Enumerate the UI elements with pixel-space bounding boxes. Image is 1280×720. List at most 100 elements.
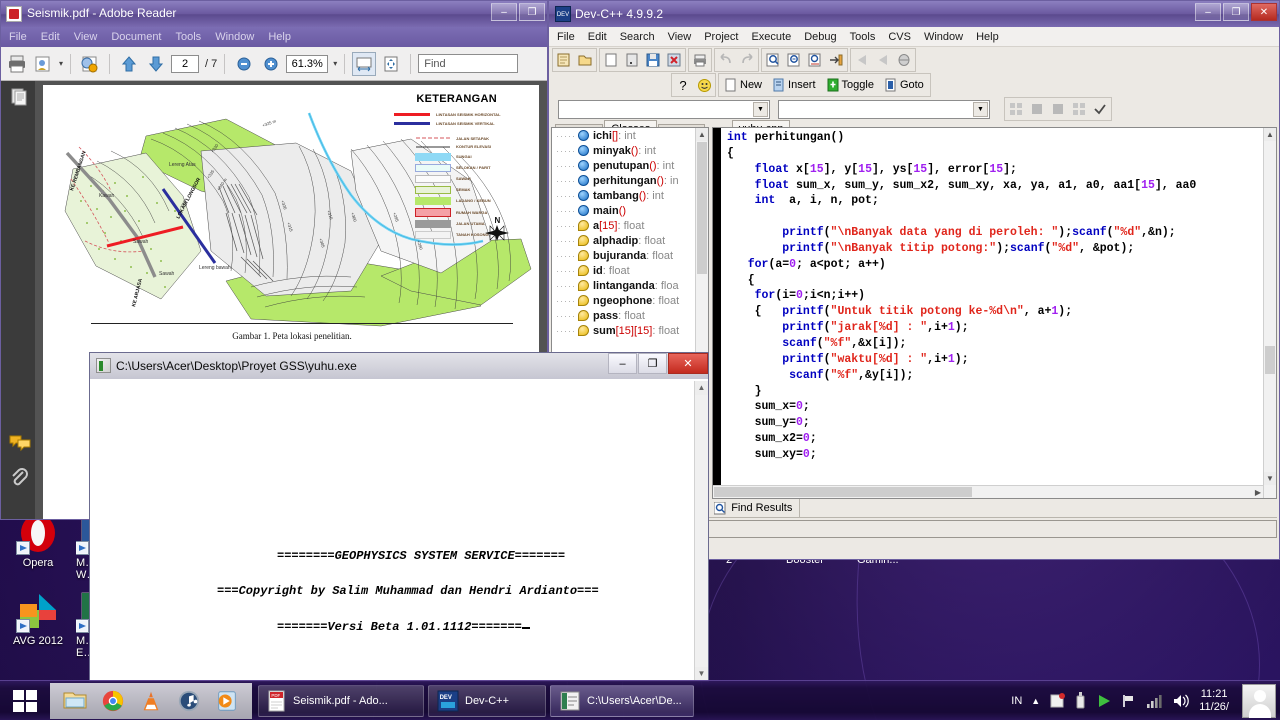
devcpp-close-button[interactable]: ✕ xyxy=(1251,3,1277,21)
compile-toolbar-group[interactable] xyxy=(850,48,916,72)
menu-debug[interactable]: Debug xyxy=(804,31,836,43)
open-project-icon[interactable] xyxy=(575,50,595,70)
scroll-up-icon[interactable]: ▲ xyxy=(1264,128,1276,141)
help-toolbar-group[interactable]: ? xyxy=(671,73,716,97)
devcpp-menu-bar[interactable]: File Edit Search View Project Execute De… xyxy=(549,27,1279,47)
fit-page-icon[interactable] xyxy=(379,52,403,76)
comments-panel-icon[interactable] xyxy=(9,433,31,453)
layout-toolbar-group[interactable] xyxy=(1004,97,1112,121)
desktop-icon-opera[interactable]: Opera xyxy=(2,512,74,569)
about-smiley-icon[interactable] xyxy=(694,75,714,95)
desktop-icon-avg[interactable]: AVG 2012 xyxy=(2,590,74,647)
check-icon[interactable] xyxy=(1090,99,1110,119)
chevron-down-icon[interactable]: ▼ xyxy=(973,101,988,117)
menu-window[interactable]: Window xyxy=(924,31,963,43)
class-browser-item[interactable]: ····· main() xyxy=(552,203,708,218)
snapshot-icon[interactable] xyxy=(78,52,102,76)
quick-launch-group[interactable] xyxy=(50,682,252,719)
menu-execute[interactable]: Execute xyxy=(751,31,791,43)
insert-button[interactable]: Insert xyxy=(768,75,821,95)
file-toolbar-group[interactable] xyxy=(599,48,686,72)
adobe-maximize-button[interactable]: ❐ xyxy=(519,3,545,21)
console-window-buttons[interactable]: – ❐ ✕ xyxy=(607,353,708,374)
zoom-dropdown-arrow-icon[interactable]: ▾ xyxy=(333,59,337,68)
find-input[interactable]: Find xyxy=(418,54,519,73)
class-browser-item[interactable]: ····· pass : float xyxy=(552,308,708,323)
class-browser-item[interactable]: ····· bujuranda : float xyxy=(552,248,708,263)
fill-icon[interactable] xyxy=(1027,99,1047,119)
menu-tools[interactable]: Tools xyxy=(850,31,876,43)
class-browser-item[interactable]: ····· tambang() : int xyxy=(552,188,708,203)
class-browser-item[interactable]: ····· a [15] : float xyxy=(552,218,708,233)
class-browser-item[interactable]: ····· sum [15][15] : float xyxy=(552,323,708,338)
console-restore-button[interactable]: ❐ xyxy=(638,353,667,374)
language-indicator[interactable]: IN xyxy=(1011,695,1022,707)
adobe-minimize-button[interactable]: – xyxy=(491,3,517,21)
taskbar-explorer[interactable] xyxy=(56,685,94,717)
menu-view[interactable]: View xyxy=(668,31,692,43)
help-icon[interactable]: ? xyxy=(673,75,693,95)
devcpp-maximize-button[interactable]: ❐ xyxy=(1223,3,1249,21)
bookmark-toolbar-group[interactable]: New Insert Toggle Goto xyxy=(718,73,931,97)
pages-panel-icon[interactable] xyxy=(9,87,29,107)
scroll-up-icon[interactable]: ▲ xyxy=(696,128,708,141)
menu-window[interactable]: Window xyxy=(215,31,254,43)
devcpp-toolbar-row-1[interactable] xyxy=(549,47,1279,73)
toggle-button[interactable]: Toggle xyxy=(822,75,879,95)
email-dropdown-arrow-icon[interactable]: ▾ xyxy=(59,59,63,68)
devcpp-minimize-button[interactable]: – xyxy=(1195,3,1221,21)
undo-icon[interactable] xyxy=(716,50,736,70)
print-icon[interactable] xyxy=(690,50,710,70)
menu-search[interactable]: Search xyxy=(620,31,655,43)
tab-find-results[interactable]: Find Results xyxy=(707,498,801,518)
class-browser-item[interactable]: ····· perhitungan() : in xyxy=(552,173,708,188)
editor-vertical-scrollbar[interactable]: ▲ ▼ xyxy=(1263,128,1276,498)
new-file-icon[interactable] xyxy=(601,50,621,70)
goto-line-icon[interactable] xyxy=(826,50,846,70)
menu-file[interactable]: File xyxy=(557,31,575,43)
menu-tools[interactable]: Tools xyxy=(176,31,202,43)
find-next-icon[interactable] xyxy=(784,50,804,70)
print-toolbar-group[interactable] xyxy=(688,48,712,72)
adobe-nav-pane[interactable] xyxy=(1,81,35,519)
class-browser-item[interactable]: ····· id : float xyxy=(552,263,708,278)
adobe-title-bar[interactable]: Seismik.pdf - Adobe Reader – ❐ xyxy=(1,1,547,27)
class-browser-item[interactable]: ····· penutupan() : int xyxy=(552,158,708,173)
fill2-icon[interactable] xyxy=(1048,99,1068,119)
devcpp-title-bar[interactable]: DEV Dev-C++ 4.9.9.2 – ❐ ✕ xyxy=(549,1,1279,27)
devcpp-window-buttons[interactable]: – ❐ ✕ xyxy=(1195,3,1277,21)
print-icon[interactable] xyxy=(5,52,29,76)
new-project-icon[interactable] xyxy=(554,50,574,70)
scroll-down-icon[interactable]: ▼ xyxy=(1264,472,1276,485)
adobe-menu-bar[interactable]: File Edit View Document Tools Window Hel… xyxy=(1,27,547,47)
fit-width-icon[interactable] xyxy=(352,51,377,76)
menu-edit[interactable]: Edit xyxy=(588,31,607,43)
menu-document[interactable]: Document xyxy=(111,31,161,43)
open-file-icon[interactable] xyxy=(622,50,642,70)
system-tray[interactable]: IN ▲ 11:21 11/26/ xyxy=(1011,683,1280,718)
debug-icon[interactable] xyxy=(894,50,914,70)
menu-help[interactable]: Help xyxy=(268,31,291,43)
zoom-out-icon[interactable] xyxy=(232,52,256,76)
code-editor[interactable]: int perhitungan() { float x[15], y[15], … xyxy=(712,127,1277,499)
taskbar-vlc[interactable] xyxy=(132,685,170,717)
class-browser-item[interactable]: ····· ichi[] : int xyxy=(552,128,708,143)
menu-help[interactable]: Help xyxy=(976,31,999,43)
menu-view[interactable]: View xyxy=(74,31,98,43)
console-close-button[interactable]: ✕ xyxy=(668,353,708,374)
zoom-in-icon[interactable] xyxy=(259,52,283,76)
scrollbar-thumb[interactable] xyxy=(1265,346,1275,374)
redo-icon[interactable] xyxy=(737,50,757,70)
menu-file[interactable]: File xyxy=(9,31,27,43)
class-browser-item[interactable]: ····· ngeophone : float xyxy=(552,293,708,308)
chevron-down-icon[interactable]: ▼ xyxy=(753,101,768,117)
taskbar-button-seismik-pdf[interactable]: PDF Seismik.pdf - Ado... xyxy=(258,684,424,717)
taskbar-chrome[interactable] xyxy=(94,685,132,717)
save-file-icon[interactable] xyxy=(643,50,663,70)
page-number-input[interactable]: 2 xyxy=(171,54,200,73)
new-bookmark-button[interactable]: New xyxy=(720,75,767,95)
email-icon[interactable] xyxy=(32,52,56,76)
scroll-up-icon[interactable]: ▲ xyxy=(695,381,708,395)
menu-project[interactable]: Project xyxy=(704,31,738,43)
tile-icon[interactable] xyxy=(1006,99,1026,119)
